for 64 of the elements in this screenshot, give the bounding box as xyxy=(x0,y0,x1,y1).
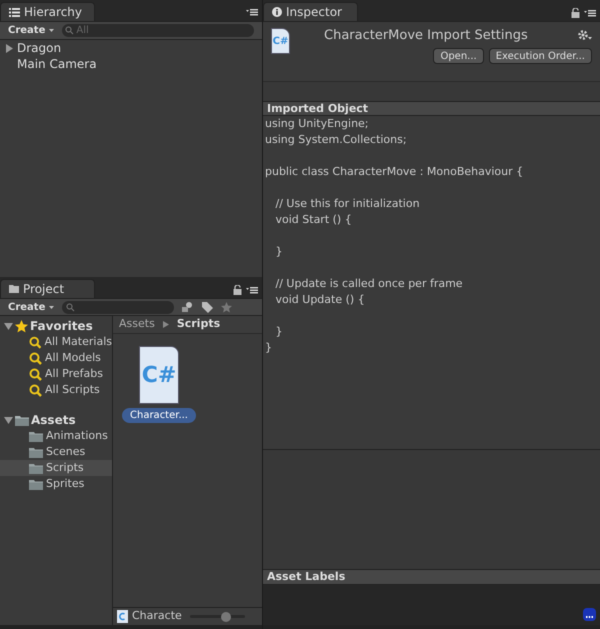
tree-item[interactable]: Assets xyxy=(0,412,112,428)
more-button[interactable] xyxy=(583,608,596,621)
info-icon xyxy=(272,7,282,17)
menu-icon[interactable] xyxy=(584,9,596,17)
folder-icon xyxy=(29,478,43,490)
search-icon xyxy=(29,368,42,380)
inspector-title: CharacterMove Import Settings xyxy=(324,27,528,45)
folder-icon xyxy=(29,446,43,458)
search-icon xyxy=(66,302,76,312)
tag-icon[interactable] xyxy=(202,302,214,312)
section-header: Imported Object xyxy=(263,101,600,116)
expand-arrow-icon[interactable] xyxy=(4,416,13,424)
panel-tab[interactable]: Inspector xyxy=(263,2,358,21)
caret-icon xyxy=(49,29,54,32)
filter-type-icon[interactable] xyxy=(182,302,194,312)
selected-file-label: Characte xyxy=(132,608,182,624)
tree-item[interactable]: Scenes xyxy=(0,444,112,460)
star-icon[interactable] xyxy=(221,302,232,312)
tree-item[interactable]: Favorites xyxy=(0,318,112,334)
search-icon xyxy=(29,352,42,364)
breadcrumb-item[interactable]: Scripts xyxy=(176,316,220,333)
expand-arrow-icon[interactable] xyxy=(5,44,14,52)
create-dropdown[interactable]: Create xyxy=(8,23,54,38)
inspector-button[interactable]: Open... xyxy=(433,48,484,64)
tree-item[interactable]: All Prefabs xyxy=(0,366,112,382)
lock-icon[interactable] xyxy=(233,285,242,295)
breadcrumb-item[interactable]: Assets xyxy=(119,316,155,333)
caret-icon xyxy=(49,306,54,308)
menu-icon[interactable] xyxy=(246,286,258,294)
section-header: Asset Labels xyxy=(263,569,600,585)
script-file-icon: C# xyxy=(139,346,179,404)
inspector-button[interactable]: Execution Order... xyxy=(488,48,592,64)
script-file-icon xyxy=(117,610,128,623)
tree-item[interactable]: All Materials xyxy=(0,334,112,350)
search-icon xyxy=(29,336,42,348)
panel-tab[interactable]: Project xyxy=(0,279,95,298)
folder-icon xyxy=(29,430,43,442)
panel-tab[interactable]: Hierarchy xyxy=(0,2,95,21)
folder-icon xyxy=(15,414,29,426)
code-text: using UnityEngine; using System.Collections; public class CharacterMove : MonoBehaviour { // Use this for initialization void Start () { } // Update is called once per frame void Update () { } } xyxy=(263,116,600,449)
settings-icon[interactable] xyxy=(578,30,592,42)
hierarchy-item[interactable]: Dragon xyxy=(17,39,62,57)
search-icon xyxy=(29,384,42,396)
folder-icon xyxy=(9,285,19,293)
tree-item[interactable]: All Scripts xyxy=(0,382,112,398)
breadcrumb-arrow-icon xyxy=(162,321,169,328)
search-field[interactable] xyxy=(62,300,174,314)
tree-item[interactable]: Sprites xyxy=(0,476,112,492)
star-icon xyxy=(15,320,28,332)
folder-icon xyxy=(29,462,43,474)
menu-icon[interactable] xyxy=(246,8,258,16)
search-icon xyxy=(65,26,74,35)
file-label[interactable]: Character... xyxy=(122,408,196,423)
tree-item[interactable]: Scripts xyxy=(0,460,112,476)
tree-item[interactable]: All Models xyxy=(0,350,112,366)
search-field[interactable]: All xyxy=(62,24,254,37)
expand-arrow-icon[interactable] xyxy=(4,322,13,330)
create-dropdown[interactable]: Create xyxy=(8,300,54,314)
tree-item[interactable]: Animations xyxy=(0,428,112,444)
zoom-slider[interactable] xyxy=(190,612,245,622)
list-icon xyxy=(9,8,20,16)
script-file-icon: C# xyxy=(271,28,290,54)
hierarchy-item[interactable]: Main Camera xyxy=(17,55,97,73)
lock-icon[interactable] xyxy=(571,8,580,18)
